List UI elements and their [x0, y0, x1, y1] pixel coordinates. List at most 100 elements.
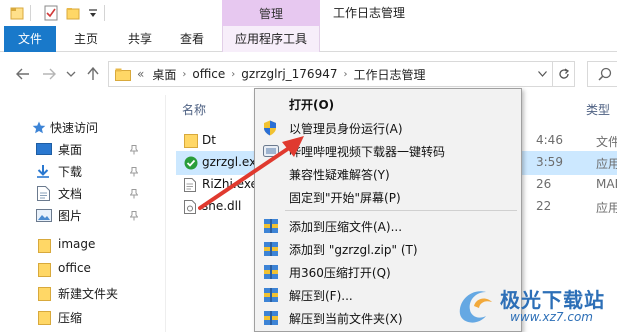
file-modified: 3:59 [536, 155, 563, 169]
breadcrumb-separator[interactable]: › [231, 69, 235, 80]
customize-quick-access-icon[interactable] [88, 4, 98, 22]
breadcrumb-separator[interactable]: › [182, 69, 186, 80]
tab-share[interactable]: 共享 [116, 26, 164, 52]
breadcrumb-overflow[interactable]: « [137, 67, 144, 81]
menu-item-open-with-360[interactable]: 用360压缩打开(Q) [255, 260, 521, 283]
breadcrumb-item-gzrzglrj[interactable]: gzrzglrj_176947 [241, 67, 337, 81]
breadcrumb-separator[interactable]: › [343, 69, 347, 80]
recent-locations-icon[interactable] [62, 65, 80, 83]
dll-file-icon [184, 200, 198, 214]
menu-separator [285, 210, 517, 211]
navigation-pane: 快速访问 桌面 下载 文档 图片 image office 新建文件夹 压缩 [0, 95, 165, 332]
file-modified: 4:46 [536, 133, 563, 147]
menu-item-add-to-archive[interactable]: 添加到压缩文件(A)... [255, 214, 521, 237]
menu-item-label: 添加到压缩文件(A)... [289, 220, 403, 234]
file-type: 应用程 [596, 201, 617, 215]
folder-icon [38, 263, 52, 277]
window-title: 工作日志管理 [333, 6, 406, 20]
pin-icon[interactable] [129, 211, 139, 221]
tab-file[interactable]: 文件 [4, 26, 56, 52]
watermark-url: www.xz7.com [510, 310, 593, 324]
column-header-name[interactable]: 名称 [182, 101, 206, 118]
manage-context-title: 管理 [222, 0, 320, 26]
download-icon [36, 164, 50, 178]
file-modified: 26 [536, 177, 552, 191]
menu-item-compatibility[interactable]: 兼容性疑难解答(Y) [255, 162, 521, 185]
menu-item-open[interactable]: 打开(O) [255, 92, 521, 115]
file-modified: 22 [536, 199, 552, 213]
sidebar-item-label: office [58, 261, 91, 275]
sidebar-item-desktop[interactable]: 桌面 [0, 137, 160, 161]
search-icon [598, 67, 612, 84]
exe-file-icon [184, 178, 198, 192]
address-dropdown-icon[interactable] [532, 62, 552, 86]
picture-icon [36, 209, 52, 222]
sidebar-item-quick-access[interactable]: 快速访问 [0, 115, 160, 139]
sidebar-item-office[interactable]: office [0, 257, 160, 281]
watermark-text: 极光下载站 [500, 288, 605, 312]
refresh-icon[interactable] [553, 61, 575, 87]
sidebar-item-label: image [58, 237, 96, 251]
menu-item-label: 解压到(F)... [289, 289, 353, 303]
folder-icon [184, 134, 198, 148]
green-check-app-icon [184, 156, 198, 170]
document-icon [37, 186, 51, 201]
forward-arrow-icon[interactable] [40, 65, 58, 83]
tab-application-tools[interactable]: 应用程序工具 [222, 26, 320, 52]
pin-icon[interactable] [129, 189, 139, 199]
bilibili-tool-icon [263, 143, 279, 159]
window-icon[interactable] [10, 4, 24, 22]
sidebar-item-compress[interactable]: 压缩 [0, 305, 160, 329]
menu-item-label: 添加到 "gzrzgl.zip" (T) [289, 243, 418, 257]
menu-item-bilibili-convert[interactable]: 哔哩哔哩视频下载器一键转码 [255, 139, 521, 162]
file-type: MAN [596, 177, 617, 191]
archive-icon [263, 264, 279, 280]
sidebar-item-documents[interactable]: 文档 [0, 181, 160, 205]
file-name: Dt [202, 133, 216, 147]
column-header-type[interactable]: 类型 [586, 101, 610, 118]
watermark-logo: 极光下载站 www.xz7.com [452, 282, 612, 330]
pin-icon[interactable] [129, 167, 139, 177]
breadcrumb: « 桌面 › office › gzrzglrj_176947 › 工作日志管理 [115, 62, 426, 86]
tab-home[interactable]: 主页 [62, 26, 110, 52]
sidebar-item-label: 新建文件夹 [58, 287, 119, 301]
properties-icon[interactable] [44, 4, 58, 22]
folder-icon [115, 68, 131, 81]
file-type: 文件夹 [596, 135, 617, 149]
archive-icon [263, 241, 279, 257]
menu-item-label: 用360压缩打开(Q) [289, 266, 391, 280]
sidebar-item-label: 文档 [58, 187, 83, 201]
archive-icon [263, 287, 279, 303]
breadcrumb-item-office[interactable]: office [192, 67, 225, 81]
menu-item-add-to-zip[interactable]: 添加到 "gzrzgl.zip" (T) [255, 237, 521, 260]
ribbon-tabs: 文件 主页 共享 查看 应用程序工具 [0, 26, 617, 52]
sidebar-item-downloads[interactable]: 下载 [0, 159, 160, 183]
address-bar[interactable]: « 桌面 › office › gzrzglrj_176947 › 工作日志管理 [108, 61, 553, 87]
breadcrumb-item-desktop[interactable]: 桌面 [152, 66, 176, 83]
tab-view[interactable]: 查看 [168, 26, 216, 52]
menu-item-label: 解压到当前文件夹(X) [289, 312, 403, 326]
file-name: she.dll [202, 199, 242, 213]
desktop-icon [36, 143, 52, 155]
menu-item-run-as-admin[interactable]: 以管理员身份运行(A) [255, 116, 521, 139]
menu-item-pin-to-start[interactable]: 固定到"开始"屏幕(P) [255, 185, 521, 208]
menu-item-label: 固定到"开始"屏幕(P) [289, 191, 401, 205]
file-type: 应用程 [596, 157, 617, 171]
back-arrow-icon[interactable] [14, 65, 32, 83]
sidebar-item-new-folder[interactable]: 新建文件夹 [0, 281, 160, 305]
star-icon [32, 121, 46, 134]
up-arrow-icon[interactable] [84, 65, 102, 83]
folder-icon [38, 287, 52, 301]
sidebar-item-image[interactable]: image [0, 233, 160, 257]
archive-icon [263, 310, 279, 326]
menu-item-label: 哔哩哔哩视频下载器一键转码 [289, 145, 446, 159]
pin-icon[interactable] [129, 145, 139, 155]
file-name: RiZhi.exe [202, 177, 258, 191]
folder-icon [38, 311, 52, 325]
sidebar-item-pictures[interactable]: 图片 [0, 203, 160, 227]
new-folder-icon[interactable] [66, 4, 80, 22]
uac-shield-icon [263, 120, 279, 136]
search-input[interactable] [587, 61, 617, 87]
title-bar: 管理 工作日志管理 [0, 0, 617, 26]
breadcrumb-item-current[interactable]: 工作日志管理 [353, 66, 425, 83]
